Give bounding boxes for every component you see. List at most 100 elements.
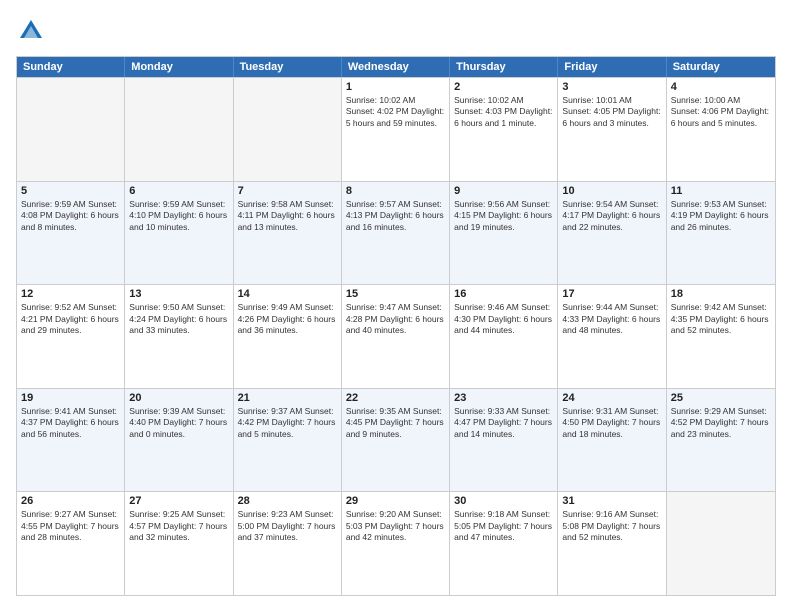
- calendar-cell-1-1: 6 Sunrise: 9:59 AM Sunset: 4:10 PM Daylig…: [125, 182, 233, 285]
- calendar-cell-0-6: 4 Sunrise: 10:00 AM Sunset: 4:06 PM Dayli…: [667, 78, 775, 181]
- calendar: SundayMondayTuesdayWednesdayThursdayFrid…: [16, 56, 776, 596]
- calendar-row-2: 12 Sunrise: 9:52 AM Sunset: 4:21 PM Dayli…: [17, 284, 775, 388]
- day-info: Sunrise: 9:49 AM Sunset: 4:26 PM Dayligh…: [238, 302, 337, 336]
- calendar-cell-0-3: 1Sunrise: 10:02 AM Sunset: 4:02 PM Dayli…: [342, 78, 450, 181]
- day-info: Sunrise: 10:02 AM Sunset: 4:03 PM Daylig…: [454, 95, 553, 129]
- weekday-header-wednesday: Wednesday: [342, 57, 450, 77]
- calendar-header: SundayMondayTuesdayWednesdayThursdayFrid…: [17, 57, 775, 77]
- calendar-cell-0-0: [17, 78, 125, 181]
- page: SundayMondayTuesdayWednesdayThursdayFrid…: [0, 0, 792, 612]
- calendar-cell-3-4: 23 Sunrise: 9:33 AM Sunset: 4:47 PM Dayli…: [450, 389, 558, 492]
- calendar-cell-2-6: 18Sunrise: 9:42 AM Sunset: 4:35 PM Dayli…: [667, 285, 775, 388]
- calendar-cell-1-4: 9 Sunrise: 9:56 AM Sunset: 4:15 PM Daylig…: [450, 182, 558, 285]
- calendar-cell-0-1: [125, 78, 233, 181]
- day-number: 13: [129, 288, 228, 300]
- calendar-row-3: 19 Sunrise: 9:41 AM Sunset: 4:37 PM Dayli…: [17, 388, 775, 492]
- calendar-cell-2-5: 17 Sunrise: 9:44 AM Sunset: 4:33 PM Dayli…: [558, 285, 666, 388]
- calendar-cell-2-3: 15 Sunrise: 9:47 AM Sunset: 4:28 PM Dayli…: [342, 285, 450, 388]
- calendar-row-1: 5Sunrise: 9:59 AM Sunset: 4:08 PM Daylig…: [17, 181, 775, 285]
- day-number: 30: [454, 495, 553, 507]
- day-info: Sunrise: 10:01 AM Sunset: 4:05 PM Daylig…: [562, 95, 661, 129]
- day-info: Sunrise: 9:56 AM Sunset: 4:15 PM Dayligh…: [454, 199, 553, 233]
- day-number: 31: [562, 495, 661, 507]
- weekday-header-saturday: Saturday: [667, 57, 775, 77]
- day-number: 9: [454, 185, 553, 197]
- day-number: 12: [21, 288, 120, 300]
- day-number: 3: [562, 81, 661, 93]
- day-info: Sunrise: 9:31 AM Sunset: 4:50 PM Dayligh…: [562, 406, 661, 440]
- day-number: 19: [21, 392, 120, 404]
- day-info: Sunrise: 9:37 AM Sunset: 4:42 PM Dayligh…: [238, 406, 337, 440]
- day-info: Sunrise: 9:39 AM Sunset: 4:40 PM Dayligh…: [129, 406, 228, 440]
- calendar-cell-3-0: 19 Sunrise: 9:41 AM Sunset: 4:37 PM Dayli…: [17, 389, 125, 492]
- weekday-header-tuesday: Tuesday: [234, 57, 342, 77]
- day-info: Sunrise: 9:47 AM Sunset: 4:28 PM Dayligh…: [346, 302, 445, 336]
- day-number: 17: [562, 288, 661, 300]
- day-number: 23: [454, 392, 553, 404]
- day-number: 10: [562, 185, 661, 197]
- day-number: 2: [454, 81, 553, 93]
- calendar-cell-3-3: 22 Sunrise: 9:35 AM Sunset: 4:45 PM Dayli…: [342, 389, 450, 492]
- calendar-row-0: 1Sunrise: 10:02 AM Sunset: 4:02 PM Dayli…: [17, 77, 775, 181]
- day-info: Sunrise: 9:23 AM Sunset: 5:00 PM Dayligh…: [238, 509, 337, 543]
- weekday-header-sunday: Sunday: [17, 57, 125, 77]
- calendar-cell-4-1: 27 Sunrise: 9:25 AM Sunset: 4:57 PM Dayli…: [125, 492, 233, 595]
- calendar-cell-4-0: 26 Sunrise: 9:27 AM Sunset: 4:55 PM Dayli…: [17, 492, 125, 595]
- day-number: 6: [129, 185, 228, 197]
- calendar-cell-3-5: 24Sunrise: 9:31 AM Sunset: 4:50 PM Dayli…: [558, 389, 666, 492]
- day-number: 14: [238, 288, 337, 300]
- day-info: Sunrise: 10:00 AM Sunset: 4:06 PM Daylig…: [671, 95, 771, 129]
- day-number: 26: [21, 495, 120, 507]
- day-info: Sunrise: 9:58 AM Sunset: 4:11 PM Dayligh…: [238, 199, 337, 233]
- calendar-cell-1-5: 10 Sunrise: 9:54 AM Sunset: 4:17 PM Dayli…: [558, 182, 666, 285]
- day-number: 21: [238, 392, 337, 404]
- day-info: Sunrise: 9:59 AM Sunset: 4:10 PM Dayligh…: [129, 199, 228, 233]
- day-info: Sunrise: 9:50 AM Sunset: 4:24 PM Dayligh…: [129, 302, 228, 336]
- day-info: Sunrise: 9:59 AM Sunset: 4:08 PM Dayligh…: [21, 199, 120, 233]
- day-number: 16: [454, 288, 553, 300]
- day-number: 25: [671, 392, 771, 404]
- day-info: Sunrise: 9:44 AM Sunset: 4:33 PM Dayligh…: [562, 302, 661, 336]
- logo: [16, 16, 50, 46]
- calendar-cell-0-5: 3 Sunrise: 10:01 AM Sunset: 4:05 PM Dayli…: [558, 78, 666, 181]
- day-number: 22: [346, 392, 445, 404]
- day-number: 27: [129, 495, 228, 507]
- calendar-cell-0-4: 2 Sunrise: 10:02 AM Sunset: 4:03 PM Dayli…: [450, 78, 558, 181]
- day-info: Sunrise: 9:52 AM Sunset: 4:21 PM Dayligh…: [21, 302, 120, 336]
- day-number: 7: [238, 185, 337, 197]
- calendar-body: 1Sunrise: 10:02 AM Sunset: 4:02 PM Dayli…: [17, 77, 775, 595]
- day-number: 15: [346, 288, 445, 300]
- calendar-cell-1-6: 11 Sunrise: 9:53 AM Sunset: 4:19 PM Dayli…: [667, 182, 775, 285]
- logo-icon: [16, 16, 46, 46]
- calendar-cell-3-2: 21 Sunrise: 9:37 AM Sunset: 4:42 PM Dayli…: [234, 389, 342, 492]
- day-number: 20: [129, 392, 228, 404]
- day-info: Sunrise: 9:18 AM Sunset: 5:05 PM Dayligh…: [454, 509, 553, 543]
- calendar-cell-4-5: 31 Sunrise: 9:16 AM Sunset: 5:08 PM Dayli…: [558, 492, 666, 595]
- calendar-cell-2-4: 16 Sunrise: 9:46 AM Sunset: 4:30 PM Dayli…: [450, 285, 558, 388]
- header: [16, 16, 776, 46]
- calendar-cell-2-2: 14 Sunrise: 9:49 AM Sunset: 4:26 PM Dayli…: [234, 285, 342, 388]
- calendar-cell-2-1: 13 Sunrise: 9:50 AM Sunset: 4:24 PM Dayli…: [125, 285, 233, 388]
- calendar-cell-0-2: [234, 78, 342, 181]
- calendar-cell-4-4: 30 Sunrise: 9:18 AM Sunset: 5:05 PM Dayli…: [450, 492, 558, 595]
- day-info: Sunrise: 9:53 AM Sunset: 4:19 PM Dayligh…: [671, 199, 771, 233]
- day-number: 29: [346, 495, 445, 507]
- day-info: Sunrise: 9:41 AM Sunset: 4:37 PM Dayligh…: [21, 406, 120, 440]
- day-info: Sunrise: 9:25 AM Sunset: 4:57 PM Dayligh…: [129, 509, 228, 543]
- day-info: Sunrise: 9:54 AM Sunset: 4:17 PM Dayligh…: [562, 199, 661, 233]
- day-info: Sunrise: 9:20 AM Sunset: 5:03 PM Dayligh…: [346, 509, 445, 543]
- day-info: Sunrise: 9:35 AM Sunset: 4:45 PM Dayligh…: [346, 406, 445, 440]
- calendar-cell-1-0: 5Sunrise: 9:59 AM Sunset: 4:08 PM Daylig…: [17, 182, 125, 285]
- calendar-cell-2-0: 12 Sunrise: 9:52 AM Sunset: 4:21 PM Dayli…: [17, 285, 125, 388]
- day-number: 11: [671, 185, 771, 197]
- calendar-cell-4-2: 28 Sunrise: 9:23 AM Sunset: 5:00 PM Dayli…: [234, 492, 342, 595]
- day-info: Sunrise: 9:42 AM Sunset: 4:35 PM Dayligh…: [671, 302, 771, 336]
- day-info: Sunrise: 9:16 AM Sunset: 5:08 PM Dayligh…: [562, 509, 661, 543]
- day-info: Sunrise: 9:27 AM Sunset: 4:55 PM Dayligh…: [21, 509, 120, 543]
- weekday-header-thursday: Thursday: [450, 57, 558, 77]
- day-number: 28: [238, 495, 337, 507]
- day-number: 4: [671, 81, 771, 93]
- day-info: Sunrise: 9:46 AM Sunset: 4:30 PM Dayligh…: [454, 302, 553, 336]
- day-info: Sunrise: 9:33 AM Sunset: 4:47 PM Dayligh…: [454, 406, 553, 440]
- calendar-cell-4-6: [667, 492, 775, 595]
